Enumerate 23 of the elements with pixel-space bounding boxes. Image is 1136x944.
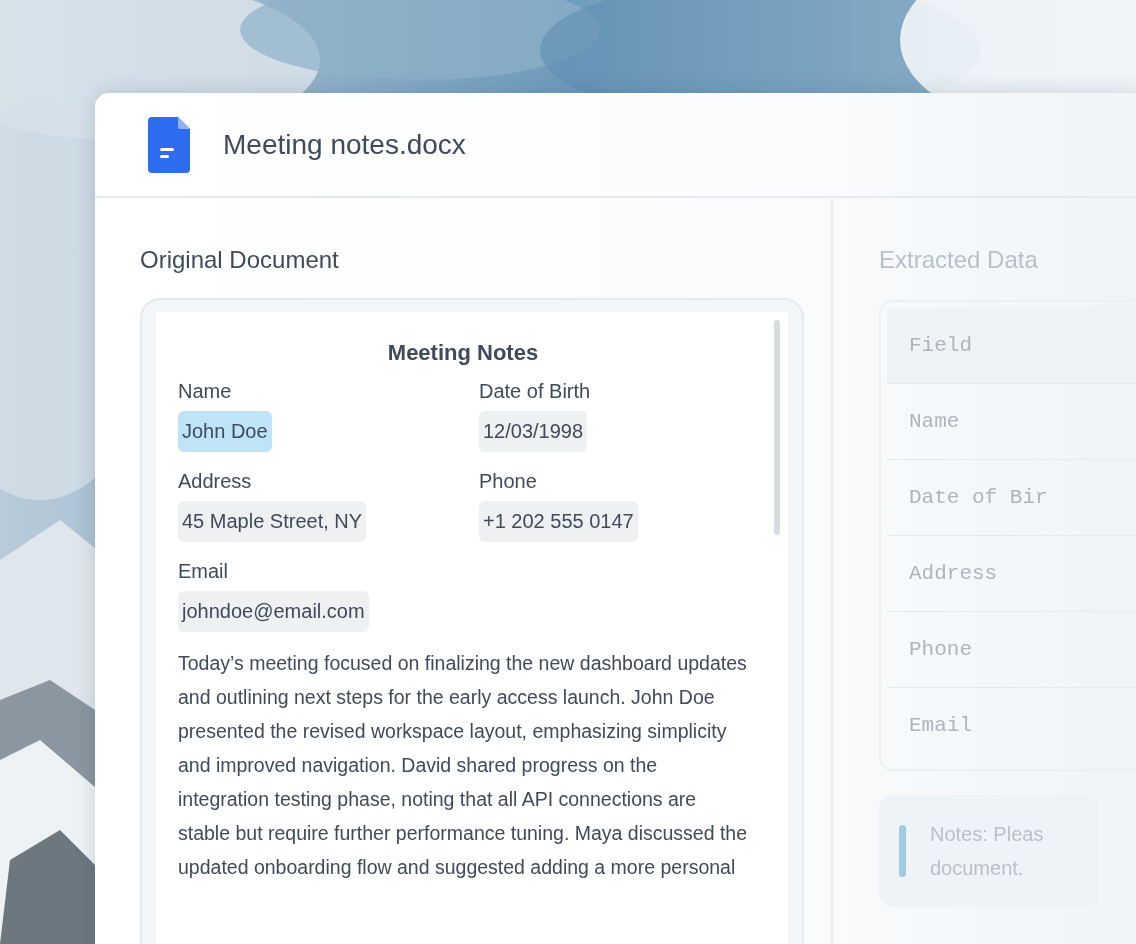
panel-heading: Extracted Data [879, 246, 1039, 275]
panel-heading: Original Document [140, 246, 340, 274]
field-label: Email [178, 560, 228, 583]
document-paragraph: Today’s meeting focused on finalizing the new dashboard updates and outlining next steps for the early access launch. John Doe presented the revised workspace layout, emphasizing simplicity and improved navigation. David shared progress on the integration testing phase, noting that all API connections are stable but require further performance tuning. Maya discussed the updated onboarding flow and suggested adding a more personal [178, 651, 748, 880]
field-label: Address [178, 470, 252, 493]
window-title: Meeting notes.docx [223, 128, 466, 161]
field-value: +1 202 555 0147 [479, 501, 638, 542]
document-icon [148, 116, 190, 173]
accent-bar [899, 825, 906, 877]
table-cell: Email [887, 687, 1136, 763]
field-label: Date of Birth [479, 380, 591, 403]
scrollbar-thumb[interactable] [774, 320, 780, 535]
table-cell: Phone [887, 611, 1136, 687]
document-title: Meeting Notes [387, 340, 539, 366]
field-label: Phone [479, 470, 537, 493]
table-cell: Name [887, 383, 1136, 459]
field-value: John Doe [178, 411, 272, 452]
field-value: johndoe@email.com [178, 591, 369, 632]
field-label: Name [178, 380, 232, 403]
field-value: 12/03/1998 [479, 411, 588, 452]
table-cell: Address [887, 535, 1136, 611]
table-cell: Date of Bir [887, 459, 1136, 535]
field-value: 45 Maple Street, NY [178, 501, 367, 542]
